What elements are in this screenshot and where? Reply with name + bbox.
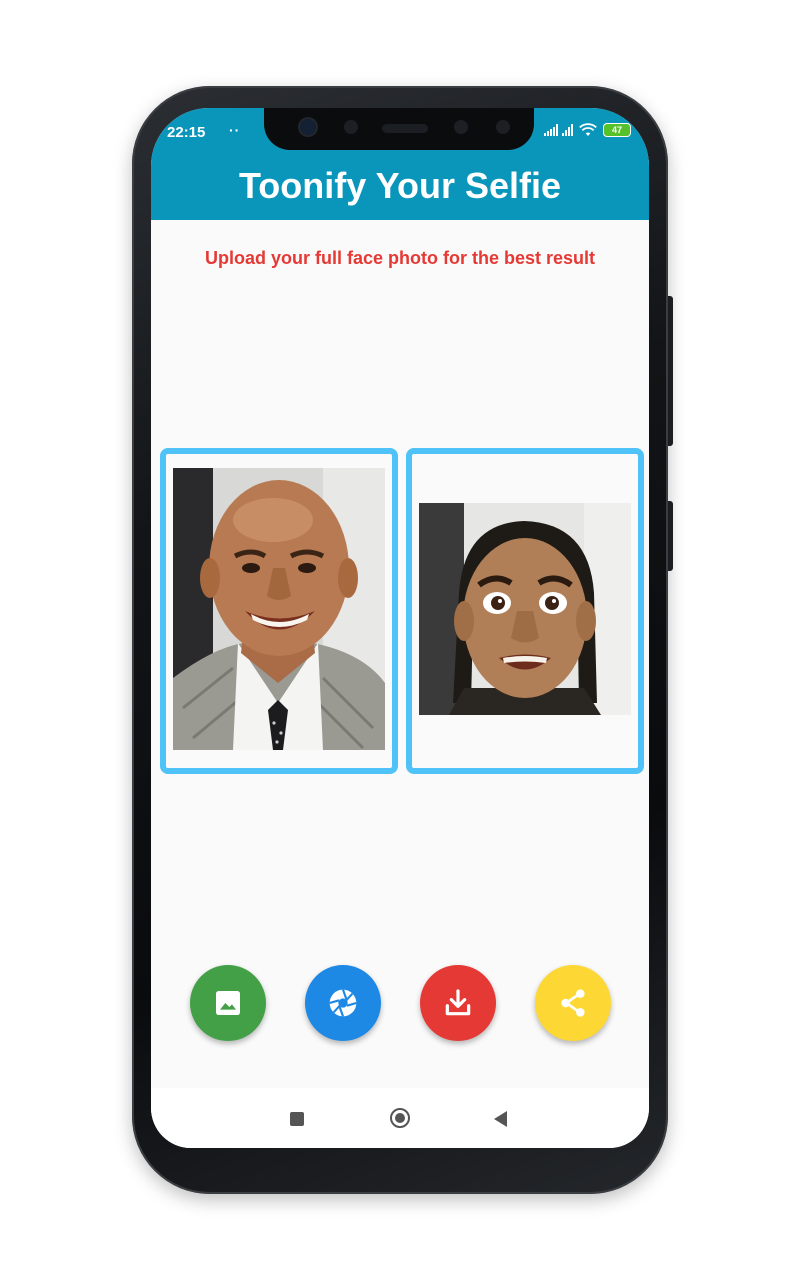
system-nav-bar	[151, 1088, 649, 1148]
status-icons: 47	[544, 123, 631, 137]
home-circle-icon[interactable]	[390, 1108, 410, 1128]
power-button	[668, 501, 673, 571]
download-icon	[445, 989, 471, 1016]
screen: 22:15 ·· 47 Toonify Your Selfie Upload y…	[151, 108, 649, 1148]
app-title: Toonify Your Selfie	[238, 165, 562, 206]
battery-icon: 47	[603, 123, 631, 137]
wifi-icon	[579, 123, 597, 136]
back-triangle-icon[interactable]	[494, 1111, 507, 1127]
phone-frame: 22:15 ·· 47 Toonify Your Selfie Upload y…	[132, 86, 673, 1194]
recents-square-icon[interactable]	[290, 1112, 304, 1126]
sensor-icon	[496, 120, 510, 134]
front-camera-icon	[300, 119, 316, 135]
camera-notch	[264, 108, 534, 150]
notification-dots: ··	[229, 122, 241, 138]
app-bar: 22:15 ·· 47 Toonify Your Selfie	[151, 108, 649, 220]
upload-hint: Upload your full face photo for the best…	[204, 248, 596, 268]
status-time: 22:15	[167, 124, 206, 141]
volume-button	[668, 296, 673, 446]
camera-shutter-icon	[329, 989, 357, 1017]
sensor-icon	[454, 120, 468, 134]
camera-button[interactable]	[305, 965, 381, 1041]
share-button[interactable]	[535, 965, 611, 1041]
sensor-icon	[344, 120, 358, 134]
output-photo-frame[interactable]	[406, 448, 644, 774]
share-icon	[561, 989, 585, 1017]
input-photo	[173, 468, 385, 750]
input-photo-frame[interactable]	[160, 448, 398, 774]
signal-icon	[544, 124, 573, 136]
earpiece-speaker	[382, 124, 428, 133]
download-button[interactable]	[420, 965, 496, 1041]
output-photo	[419, 503, 631, 715]
gallery-button[interactable]	[190, 965, 266, 1041]
image-icon	[216, 991, 240, 1015]
